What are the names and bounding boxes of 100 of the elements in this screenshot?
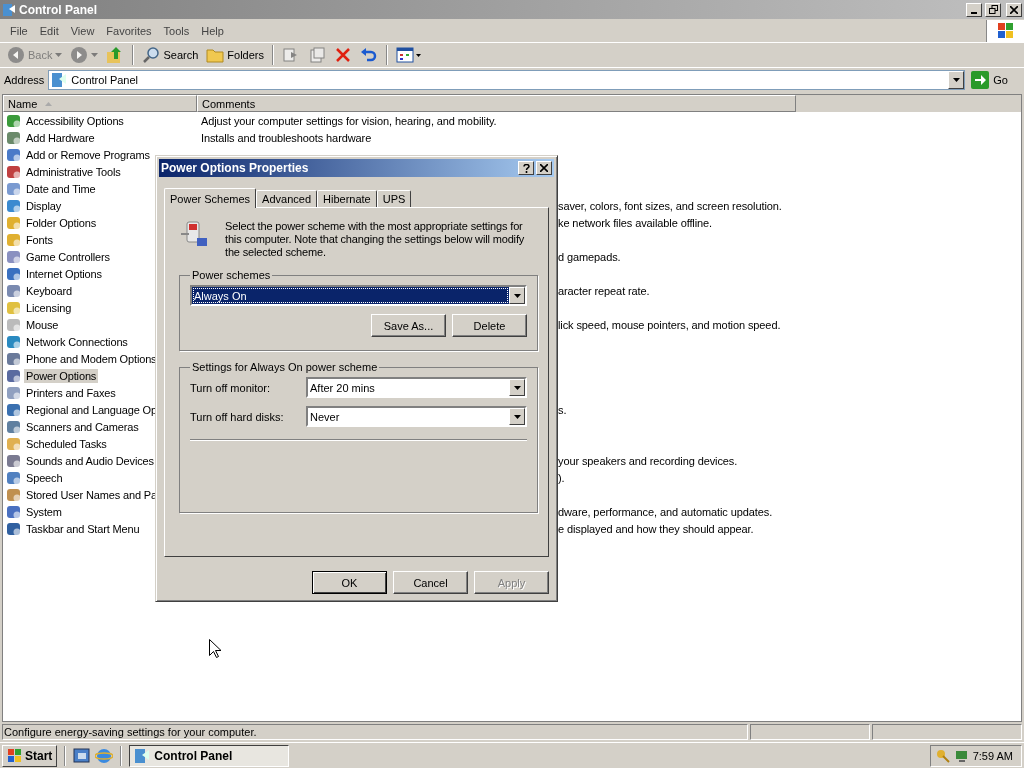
scheme-button[interactable]: Save As... [371,314,446,337]
applet-icon[interactable] [6,452,22,469]
minimize-button[interactable] [966,2,982,17]
applet-name[interactable]: Scheduled Tasks [24,436,109,451]
applet-name[interactable]: Licensing [24,300,74,315]
applet-icon[interactable] [6,265,22,282]
applet-name[interactable]: Speech [24,470,65,485]
restore-button[interactable] [985,2,1001,17]
applet-name[interactable]: Internet Options [24,266,104,281]
views-icon [396,46,422,64]
tray-key-icon[interactable] [934,747,951,764]
menu-item[interactable]: Tools [157,24,196,37]
comment-text: s. [558,403,567,416]
scheme-button[interactable]: Delete [452,314,527,337]
applet-name[interactable]: Date and Time [24,181,98,196]
applet-name[interactable]: Phone and Modem Options [24,351,159,366]
applet-icon[interactable] [6,146,22,163]
dialog-button[interactable]: OK [312,571,387,594]
tab[interactable]: Hibernate [317,190,377,207]
address-field[interactable]: Control Panel [48,70,966,90]
comment-text: aracter repeat rate. [558,284,650,297]
setting-dropdown[interactable]: After 20 mins [306,377,527,398]
applet-name[interactable]: Printers and Faxes [24,385,118,400]
search-button[interactable]: Search [139,44,202,66]
menu-item[interactable]: Help [195,24,230,37]
applet-name[interactable]: Sounds and Audio Devices [24,453,156,468]
applet-icon[interactable] [6,333,22,350]
applet-icon[interactable] [6,163,22,180]
applet-icon[interactable] [6,486,22,503]
column-header[interactable]: Comments [197,95,796,112]
applet-name[interactable]: Administrative Tools [24,164,123,179]
setting-dropdown[interactable]: Never [306,406,527,427]
applet-icon[interactable] [6,503,22,520]
applet-name[interactable]: Fonts [24,232,55,247]
group-label: Settings for Always On power scheme [191,361,379,373]
applet-name[interactable]: Display [24,198,64,213]
delete-icon [334,46,352,64]
search-icon [142,46,161,64]
copy-to-icon [308,46,326,64]
minimize-icon [971,11,977,14]
applet-icon[interactable] [6,367,22,384]
menu-item[interactable]: Favorites [100,24,158,37]
comment-text: d gamepads. [558,250,621,263]
close-button[interactable] [536,161,552,175]
tab[interactable]: UPS [376,190,412,207]
dropdown-arrow-icon [513,385,521,390]
comment-text: saver, colors, font sizes, and screen resolution. [558,199,782,212]
mouse-pointer-icon [209,639,221,659]
menu-item[interactable]: Edit [33,24,65,37]
setting-label: Turn off hard disks: [190,410,285,423]
dropdown-button[interactable] [948,71,965,89]
folders-button[interactable]: Folders [203,44,267,66]
applet-icon[interactable] [6,248,22,265]
applet-icon[interactable] [6,197,22,214]
scheme-dropdown[interactable]: Always On [190,285,527,306]
applet-name[interactable]: Mouse [24,317,61,332]
applet-name[interactable]: Add Hardware [24,130,97,145]
applet-name[interactable]: Game Controllers [24,249,112,264]
tab[interactable]: Advanced [256,190,318,207]
applet-icon[interactable] [6,112,22,129]
address-label: Address [4,74,45,86]
applet-name[interactable]: Power Options [24,368,99,383]
applet-icon[interactable] [6,350,22,367]
column-header[interactable]: Name [3,95,197,112]
applet-name[interactable]: Add or Remove Programs [24,147,152,162]
go-button[interactable]: Go [969,71,1020,89]
applet-icon[interactable] [6,469,22,486]
browser-icon[interactable] [95,746,114,765]
applet-name[interactable]: Scanners and Cameras [24,419,141,434]
close-button[interactable] [1006,2,1022,17]
applet-icon[interactable] [6,418,22,435]
status-text: Configure energy-saving settings for your computer. [2,724,748,740]
comment-text: your speakers and recording devices. [558,454,738,467]
applet-name[interactable]: Accessibility Options [24,113,126,128]
applet-icon[interactable] [6,384,22,401]
dropdown-arrow-icon [513,293,521,298]
desktop-icon[interactable] [73,746,92,765]
applet-name[interactable]: System [24,504,64,519]
help-button[interactable] [518,161,534,175]
applet-icon[interactable] [6,401,22,418]
menu-item[interactable]: File [4,24,34,37]
tab[interactable]: Power Schemes [164,188,257,208]
applet-name[interactable]: Keyboard [24,283,74,298]
windows-flag-icon [7,748,22,763]
comment-text: ). [558,471,565,484]
applet-name[interactable]: Taskbar and Start Menu [24,521,142,536]
applet-icon[interactable] [6,180,22,197]
start-button[interactable]: Start [2,744,58,767]
comment-text: dware, performance, and automatic updates. [558,505,773,518]
question-mark-icon [522,163,530,173]
menu-item[interactable]: View [64,24,101,37]
setting-label: Turn off monitor: [190,381,272,394]
applet-icon[interactable] [6,282,22,299]
dialog-button[interactable]: Cancel [393,571,468,594]
comment-text: Installs and troubleshoots hardware [201,131,372,144]
applet-name[interactable]: Folder Options [24,215,99,230]
applet-name[interactable]: Network Connections [24,334,130,349]
applet-icon[interactable] [6,520,22,537]
taskbar-button[interactable]: Control Panel [129,744,290,767]
applet-icon[interactable] [6,129,22,146]
